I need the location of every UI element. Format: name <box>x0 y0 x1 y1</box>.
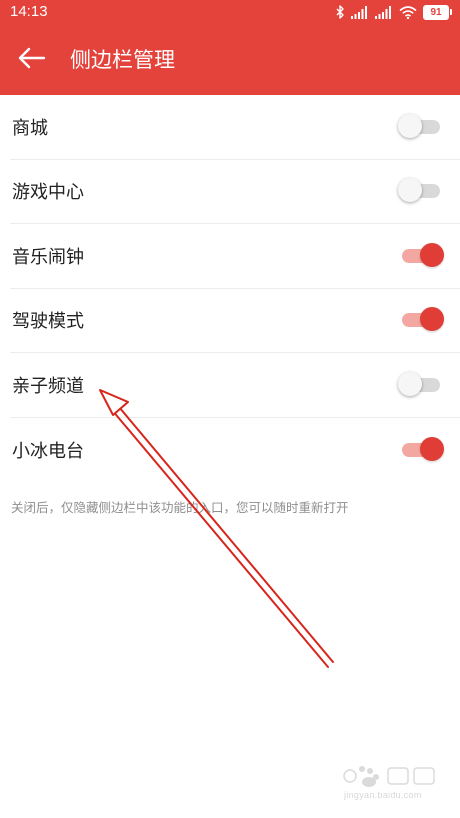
bluetooth-icon <box>336 5 345 19</box>
top-bar: 14:13 91 侧边栏管理 <box>0 0 460 95</box>
row-label: 亲子频道 <box>12 375 84 397</box>
row-label: 商城 <box>12 117 48 139</box>
status-bar: 14:13 91 <box>0 0 460 26</box>
settings-row-xiaoice-radio: 小冰电台 <box>10 418 460 483</box>
watermark-url: jingyan.baidu.com <box>344 790 422 800</box>
toggle-switch[interactable] <box>398 305 444 335</box>
wifi-icon <box>399 5 417 19</box>
toggle-switch[interactable] <box>398 435 444 465</box>
switch-knob <box>398 371 422 396</box>
baidu-logo-icon <box>343 766 435 787</box>
toggle-switch[interactable] <box>398 370 444 400</box>
switch-knob <box>420 242 444 267</box>
row-label: 音乐闹钟 <box>12 246 84 268</box>
toggle-switch[interactable] <box>398 241 444 271</box>
settings-row-music-alarm: 音乐闹钟 <box>10 224 460 289</box>
page-title: 侧边栏管理 <box>70 48 175 72</box>
row-label: 游戏中心 <box>12 182 84 204</box>
arrow-left-icon <box>18 47 46 73</box>
switch-knob <box>398 178 422 203</box>
app-bar: 侧边栏管理 <box>0 26 460 95</box>
switch-knob <box>398 113 422 138</box>
switch-knob <box>420 436 444 461</box>
signal-icon <box>375 5 393 19</box>
settings-row-kids-channel: 亲子频道 <box>10 353 460 418</box>
settings-row-shop: 商城 <box>10 95 460 160</box>
signal-icon <box>351 5 369 19</box>
back-button[interactable] <box>12 40 52 80</box>
row-label: 小冰电台 <box>12 440 84 462</box>
toggle-switch[interactable] <box>398 176 444 206</box>
watermark: jingyan.baidu.com <box>336 760 446 804</box>
settings-row-game-center: 游戏中心 <box>10 160 460 224</box>
settings-row-driving-mode: 驾驶模式 <box>10 289 460 353</box>
footer-note: 关闭后，仅隐藏侧边栏中该功能的入口，您可以随时重新打开 <box>11 500 349 515</box>
status-icons: 91 <box>336 3 452 21</box>
battery-tip <box>450 9 452 15</box>
settings-list: 商城 游戏中心 音乐闹钟 驾驶模式 亲子频道 小冰电台 <box>0 95 460 482</box>
switch-knob <box>420 307 444 332</box>
battery-icon: 91 <box>423 4 452 20</box>
row-label: 驾驶模式 <box>12 311 84 333</box>
battery-level: 91 <box>423 4 449 20</box>
toggle-switch[interactable] <box>398 112 444 142</box>
status-time: 14:13 <box>10 3 48 20</box>
